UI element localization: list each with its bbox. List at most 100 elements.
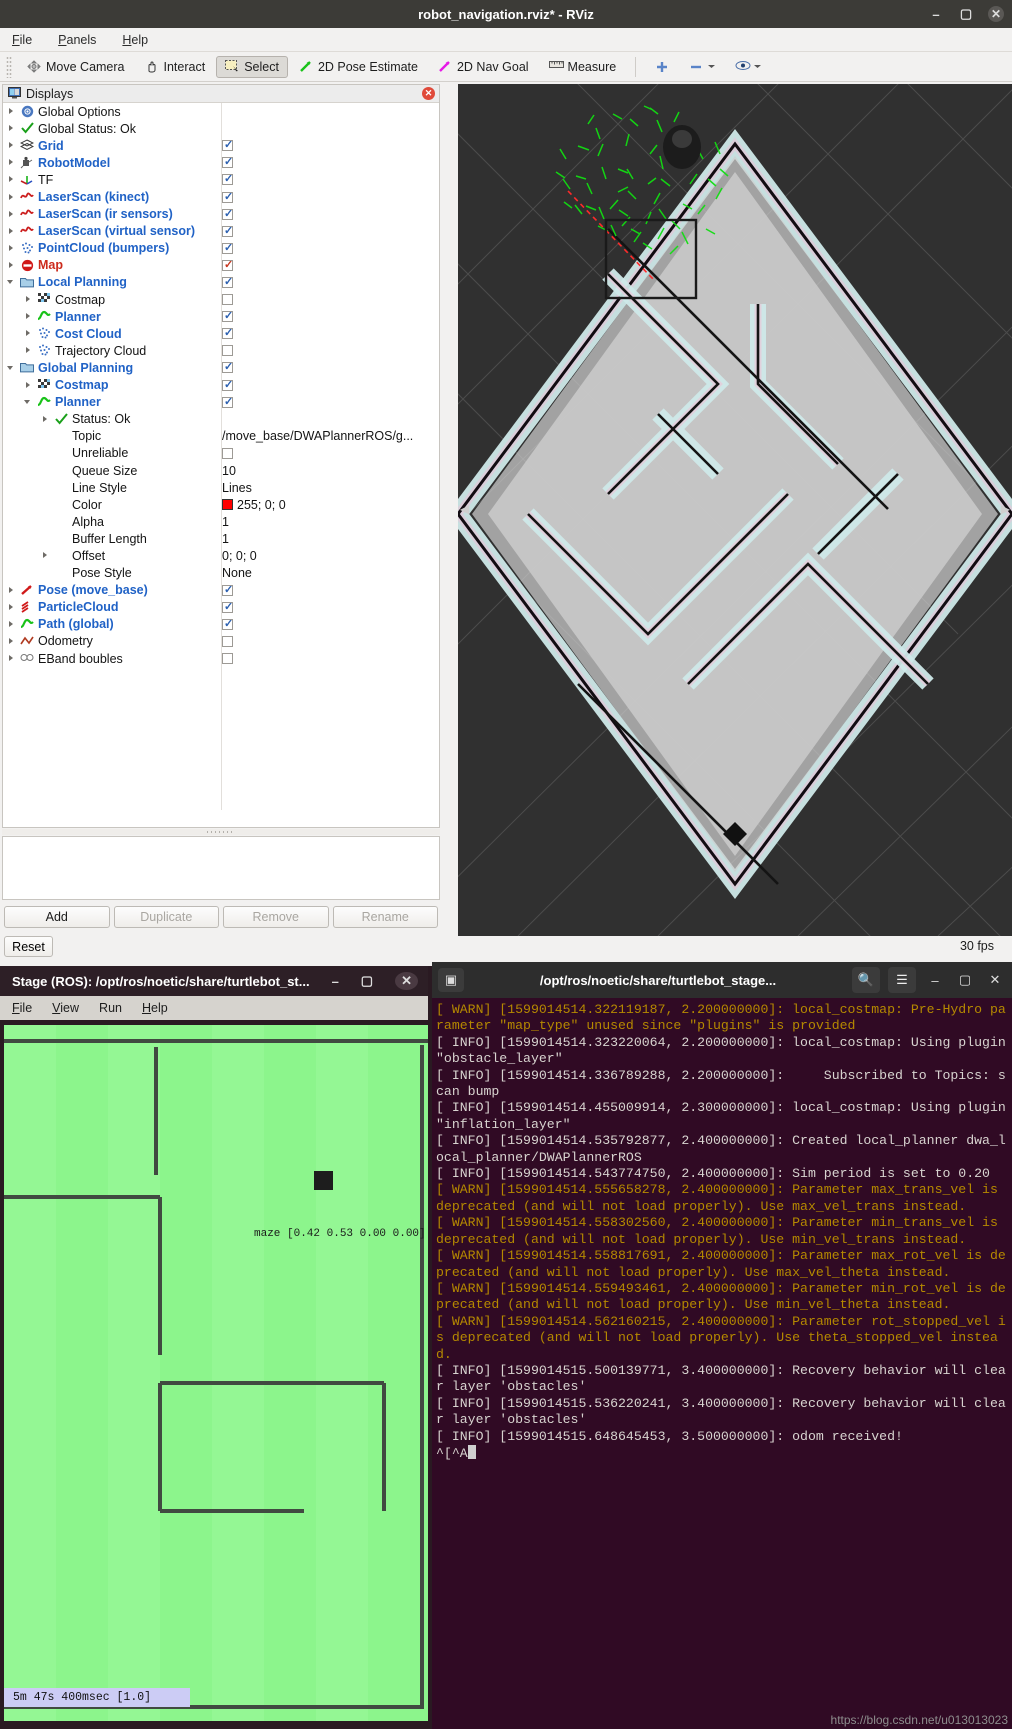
rename-button[interactable]: Rename bbox=[332, 906, 438, 928]
visibility-checkbox[interactable] bbox=[222, 583, 233, 596]
display-row-value[interactable]: Lines bbox=[222, 479, 252, 496]
display-tree-row[interactable]: Alpha 1 bbox=[3, 513, 439, 530]
display-row-value[interactable] bbox=[222, 445, 233, 462]
displays-tree[interactable]: Global Options Global Status: Ok Grid Robot… bbox=[3, 103, 439, 810]
color-swatch[interactable] bbox=[222, 499, 233, 511]
maximize-icon[interactable]: ▢ bbox=[954, 972, 976, 988]
display-tree-row[interactable]: Pose (move_base) bbox=[3, 582, 439, 599]
display-tree-row[interactable]: Path (global) bbox=[3, 616, 439, 633]
chevron-right-icon[interactable] bbox=[7, 620, 16, 629]
menu-file[interactable]: File bbox=[10, 31, 34, 49]
display-tree-row[interactable]: Local Planning bbox=[3, 274, 439, 291]
display-row-value[interactable]: /move_base/DWAPlannerROS/g... bbox=[222, 428, 413, 445]
tool-select[interactable]: Select bbox=[216, 55, 288, 78]
display-row-value[interactable] bbox=[222, 154, 233, 171]
display-row-value[interactable] bbox=[222, 377, 233, 394]
tool-move-camera[interactable]: Move Camera bbox=[18, 56, 134, 78]
add-tool-button[interactable] bbox=[646, 56, 678, 77]
display-tree-row[interactable]: Map bbox=[3, 257, 439, 274]
duplicate-button[interactable]: Duplicate bbox=[113, 906, 219, 928]
visibility-checkbox[interactable] bbox=[222, 258, 233, 271]
visibility-checkbox[interactable] bbox=[222, 600, 233, 613]
chevron-right-icon[interactable] bbox=[41, 551, 50, 560]
display-row-value[interactable] bbox=[222, 342, 233, 359]
visibility-checkbox[interactable] bbox=[222, 294, 233, 306]
display-row-value[interactable] bbox=[222, 223, 233, 240]
visibility-checkbox[interactable] bbox=[222, 172, 233, 186]
chevron-right-icon[interactable] bbox=[24, 381, 33, 390]
scroll-right-arrow[interactable]: ▶ bbox=[1001, 502, 1010, 516]
chevron-right-icon[interactable] bbox=[7, 261, 16, 270]
display-tree-row[interactable]: PointCloud (bumpers) bbox=[3, 240, 439, 257]
display-row-value[interactable] bbox=[222, 359, 233, 376]
display-tree-row[interactable]: ParticleCloud bbox=[3, 599, 439, 616]
chevron-right-icon[interactable] bbox=[7, 637, 16, 646]
display-row-value[interactable] bbox=[222, 616, 233, 633]
display-tree-row[interactable]: LaserScan (kinect) bbox=[3, 188, 439, 205]
display-tree-row[interactable]: Planner bbox=[3, 308, 439, 325]
tool-2d-pose-estimate[interactable]: 2D Pose Estimate bbox=[290, 56, 427, 78]
display-row-value[interactable] bbox=[222, 274, 233, 291]
menu-panels[interactable]: Panels bbox=[56, 31, 98, 49]
visibility-checkbox[interactable] bbox=[222, 395, 233, 408]
display-tree-row[interactable]: Grid bbox=[3, 137, 439, 154]
visibility-checkbox[interactable] bbox=[222, 241, 233, 254]
display-tree-row[interactable]: Offset 0; 0; 0 bbox=[3, 547, 439, 564]
visibility-checkbox[interactable] bbox=[222, 635, 233, 647]
close-icon[interactable]: ✕ bbox=[984, 972, 1006, 988]
chevron-right-icon[interactable] bbox=[7, 210, 16, 219]
display-tree-row[interactable]: EBand boubles bbox=[3, 650, 439, 667]
chevron-down-icon[interactable] bbox=[24, 398, 33, 407]
chevron-right-icon[interactable] bbox=[7, 244, 16, 253]
chevron-right-icon[interactable] bbox=[7, 158, 16, 167]
close-icon[interactable]: ✕ bbox=[988, 6, 1004, 22]
chevron-right-icon[interactable] bbox=[7, 193, 16, 202]
toolbar-grip[interactable] bbox=[6, 55, 12, 78]
rviz-3d-view[interactable]: ◀ ▶ bbox=[458, 84, 1012, 936]
visibility-checkbox[interactable] bbox=[222, 345, 233, 357]
minimize-icon[interactable]: – bbox=[928, 6, 944, 22]
display-row-value[interactable] bbox=[222, 206, 233, 223]
display-row-value[interactable] bbox=[222, 137, 233, 154]
tool-2d-nav-goal[interactable]: 2D Nav Goal bbox=[429, 56, 538, 78]
visibility-checkbox[interactable] bbox=[222, 207, 233, 220]
display-row-value[interactable] bbox=[222, 394, 233, 411]
chevron-right-icon[interactable] bbox=[7, 175, 16, 184]
display-row-value[interactable]: 10 bbox=[222, 462, 236, 479]
display-row-value[interactable] bbox=[222, 257, 233, 274]
display-row-value[interactable]: None bbox=[222, 565, 252, 582]
display-tree-row[interactable]: Costmap bbox=[3, 291, 439, 308]
close-icon[interactable]: ✕ bbox=[395, 972, 418, 990]
panel-splitter[interactable] bbox=[2, 829, 440, 835]
chevron-right-icon[interactable] bbox=[24, 295, 33, 304]
add-button[interactable]: Add bbox=[4, 906, 110, 928]
reset-button[interactable]: Reset bbox=[4, 936, 53, 957]
chevron-down-icon[interactable] bbox=[754, 60, 762, 73]
menu-help[interactable]: Help bbox=[120, 31, 150, 49]
terminal-output[interactable]: [ WARN] [1599014514.322119187, 2.2000000… bbox=[432, 998, 1012, 1698]
tool-visibility-button[interactable] bbox=[726, 56, 770, 77]
display-row-value[interactable] bbox=[222, 308, 233, 325]
chevron-down-icon[interactable] bbox=[708, 60, 716, 73]
display-tree-row[interactable]: Buffer Length 1 bbox=[3, 530, 439, 547]
minimize-icon[interactable]: – bbox=[332, 974, 339, 989]
chevron-right-icon[interactable] bbox=[24, 346, 33, 355]
display-tree-row[interactable]: TF bbox=[3, 171, 439, 188]
tool-measure[interactable]: Measure bbox=[540, 56, 626, 78]
display-tree-row[interactable]: RobotModel bbox=[3, 154, 439, 171]
chevron-right-icon[interactable] bbox=[7, 227, 16, 236]
visibility-checkbox[interactable] bbox=[222, 224, 233, 237]
scroll-left-arrow[interactable]: ◀ bbox=[460, 502, 469, 516]
visibility-checkbox[interactable] bbox=[222, 378, 233, 391]
display-row-value[interactable] bbox=[222, 582, 233, 599]
visibility-checkbox[interactable] bbox=[222, 653, 233, 665]
visibility-checkbox[interactable] bbox=[222, 447, 233, 459]
visibility-checkbox[interactable] bbox=[222, 326, 233, 340]
display-row-value[interactable] bbox=[222, 325, 233, 342]
display-tree-row[interactable]: Status: Ok bbox=[3, 411, 439, 428]
display-row-value[interactable] bbox=[222, 599, 233, 616]
display-tree-row[interactable]: Color 255; 0; 0 bbox=[3, 496, 439, 513]
stage-menu-view[interactable]: View bbox=[52, 1001, 79, 1015]
remove-button[interactable]: Remove bbox=[223, 906, 329, 928]
chevron-right-icon[interactable] bbox=[24, 329, 33, 338]
